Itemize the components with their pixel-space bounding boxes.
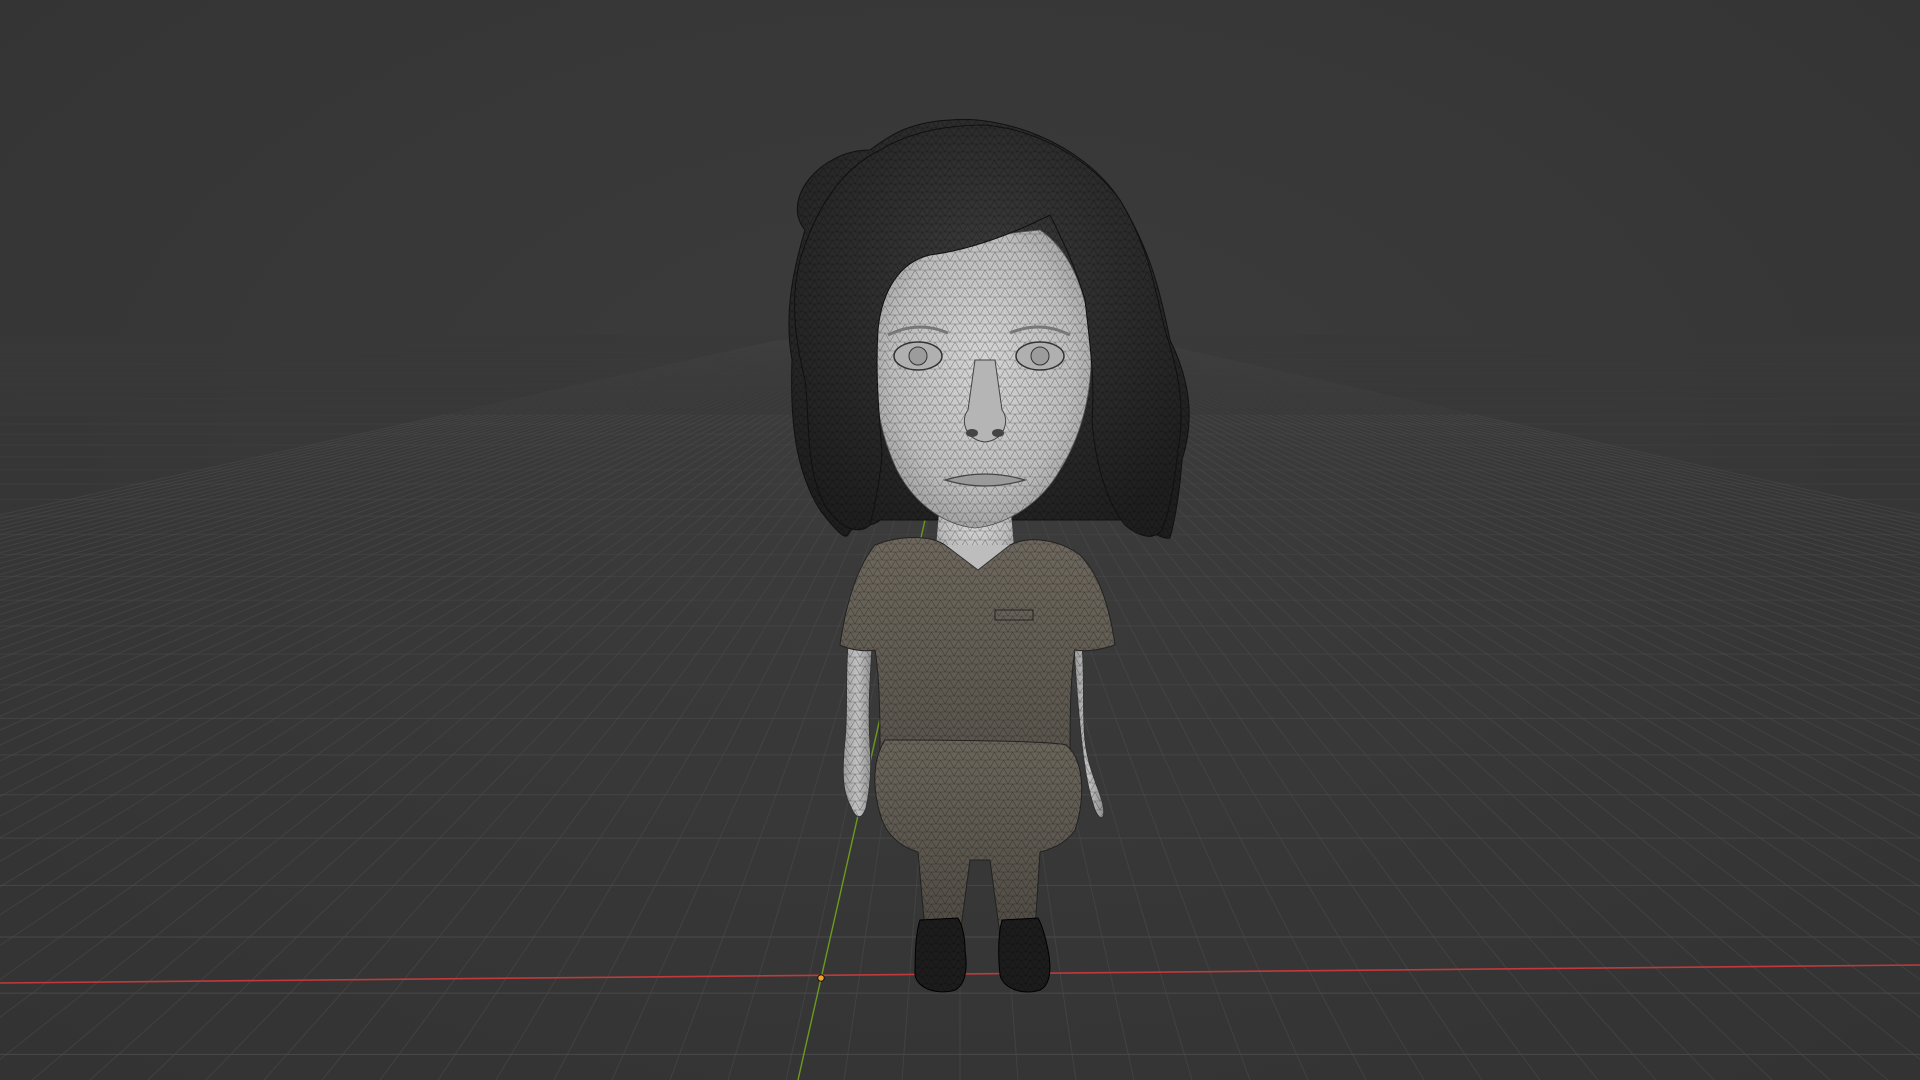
nostril-left [966, 429, 978, 437]
object-origin-marker[interactable] [817, 974, 825, 982]
right-iris [1030, 346, 1050, 366]
3d-viewport[interactable] [0, 0, 1920, 1080]
viewport-canvas[interactable] [0, 0, 1920, 1080]
nostril-right [992, 429, 1004, 437]
right-shoe-wire [998, 918, 1050, 992]
left-shoe-wire [915, 918, 967, 992]
left-arm-wire [843, 645, 872, 817]
left-iris [908, 346, 928, 366]
